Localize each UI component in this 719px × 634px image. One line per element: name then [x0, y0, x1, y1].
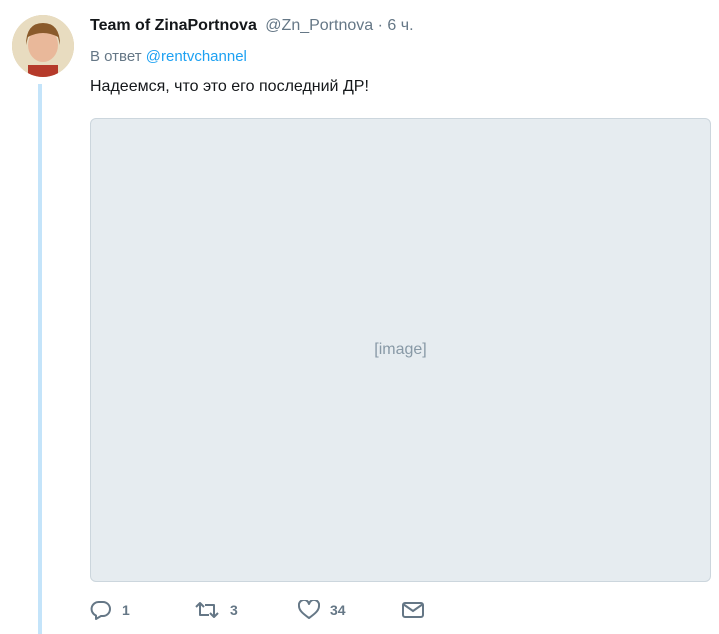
avatar-image: [12, 15, 74, 77]
tweet-text: Надеемся, что это его последний ДР!: [90, 78, 369, 95]
like-icon: [298, 600, 320, 619]
retweet-icon: [195, 602, 219, 618]
reply-count: 1: [122, 602, 130, 618]
retweet-button[interactable]: 3: [194, 600, 298, 620]
reply-context: В ответ @rentvchannel: [90, 46, 709, 68]
reply-to-link[interactable]: @rentvchannel: [146, 48, 247, 65]
like-button[interactable]: 34: [298, 600, 402, 620]
thread-line: [38, 84, 42, 634]
retweet-count: 3: [230, 602, 238, 618]
direct-message-button[interactable]: [402, 601, 506, 619]
timestamp[interactable]: 6 ч.: [387, 17, 413, 34]
reply-prefix: В ответ: [90, 48, 142, 65]
action-bar: 1 3 34: [90, 600, 506, 620]
like-count: 34: [330, 602, 346, 618]
author-name[interactable]: Team of ZinaPortnova: [90, 17, 257, 34]
direct-message-icon: [402, 602, 424, 618]
separator: ·: [377, 17, 383, 34]
avatar[interactable]: [12, 15, 74, 77]
tweet: Team of ZinaPortnova @Zn_Portnova · 6 ч.…: [90, 14, 709, 98]
reply-button[interactable]: 1: [90, 600, 194, 620]
reply-icon: [90, 601, 111, 620]
media-placeholder[interactable]: [image]: [90, 118, 711, 582]
tweet-header: Team of ZinaPortnova @Zn_Portnova · 6 ч.: [90, 14, 709, 38]
author-handle[interactable]: @Zn_Portnova: [265, 17, 373, 34]
